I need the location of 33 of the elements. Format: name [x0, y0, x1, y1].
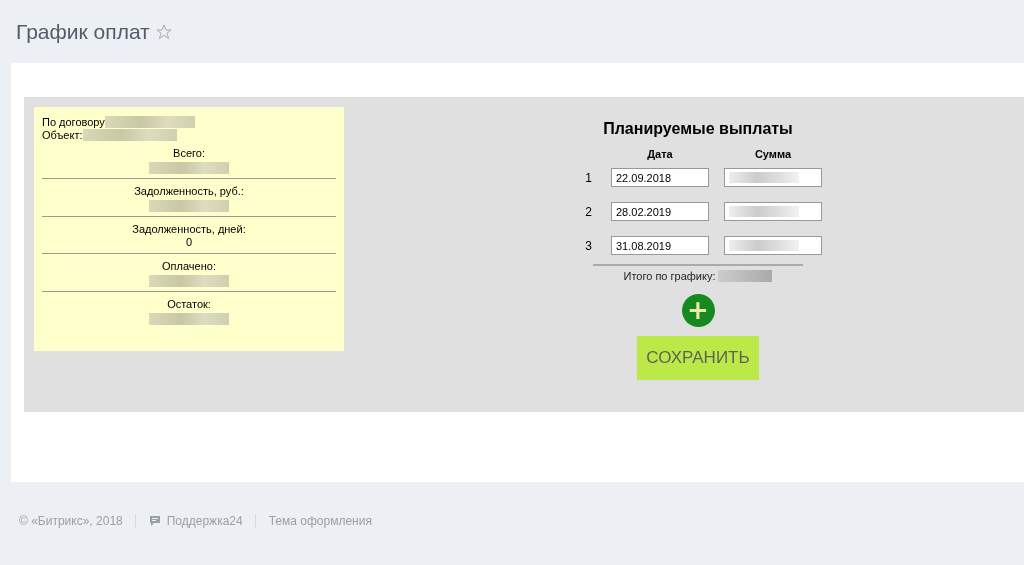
- blurred-value: [729, 240, 799, 251]
- date-field[interactable]: 31.08.2019: [611, 236, 709, 255]
- summary-label: Остаток:: [166, 298, 212, 311]
- save-button[interactable]: СОХРАНИТЬ: [637, 336, 759, 380]
- page-title: График оплат: [16, 19, 150, 44]
- column-header: Дата: [646, 148, 674, 160]
- total-label: Итого по графику:: [623, 270, 716, 282]
- summary-label: Всего:: [172, 147, 206, 160]
- date-field[interactable]: 22.09.2018: [611, 168, 709, 187]
- row-number: 3: [584, 238, 593, 253]
- copyright-text: © «Битрикс», 2018: [19, 514, 124, 528]
- blurred-value: [718, 270, 773, 282]
- favorite-star-icon[interactable]: [155, 23, 172, 40]
- date-field[interactable]: 28.02.2019: [611, 202, 709, 221]
- chat-icon: [148, 515, 161, 527]
- amount-field[interactable]: [724, 202, 822, 221]
- add-button[interactable]: +: [681, 294, 715, 327]
- support-link[interactable]: Поддержка24: [166, 514, 243, 528]
- summary-label: Задолженность, руб.:: [133, 185, 245, 198]
- amount-field[interactable]: [724, 168, 822, 187]
- summary-label: Оплачено:: [161, 260, 217, 273]
- amount-field[interactable]: [724, 236, 822, 255]
- schedule-title: Планируемые выплаты: [603, 120, 793, 138]
- blurred-value: [729, 172, 799, 183]
- blurred-value: [729, 206, 799, 217]
- summary-label: Задолженность, дней:: [131, 223, 247, 236]
- column-header: Сумма: [753, 148, 793, 160]
- contract-label: По договору: [42, 115, 105, 128]
- row-number: 1: [584, 170, 593, 185]
- theme-link[interactable]: Тема оформления: [254, 514, 384, 528]
- object-label: Объект:: [42, 128, 83, 141]
- summary-value: 0: [184, 236, 194, 249]
- row-number: 2: [584, 204, 593, 219]
